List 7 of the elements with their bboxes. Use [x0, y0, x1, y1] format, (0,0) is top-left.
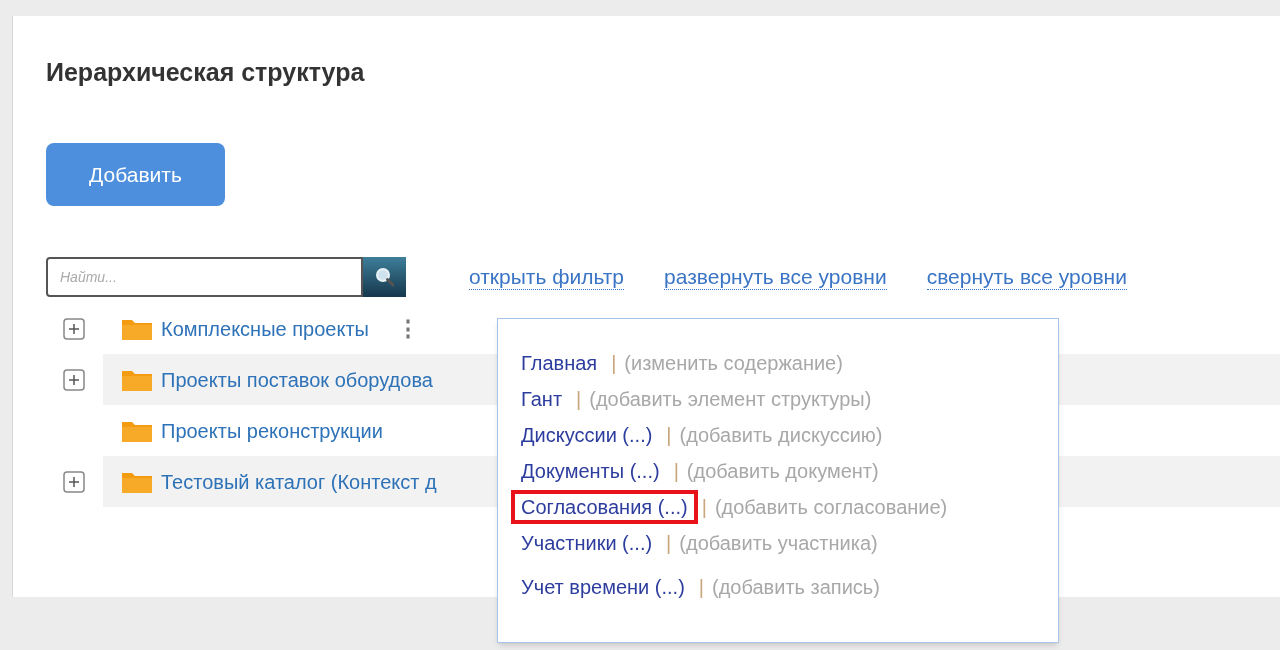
separator: | — [673, 459, 679, 484]
separator: | — [611, 351, 617, 376]
panel-title: Иерархическая структура — [46, 57, 366, 88]
separator: | — [666, 423, 672, 448]
separator: | — [576, 387, 582, 412]
separator: | — [698, 575, 704, 600]
separator: | — [666, 531, 672, 556]
